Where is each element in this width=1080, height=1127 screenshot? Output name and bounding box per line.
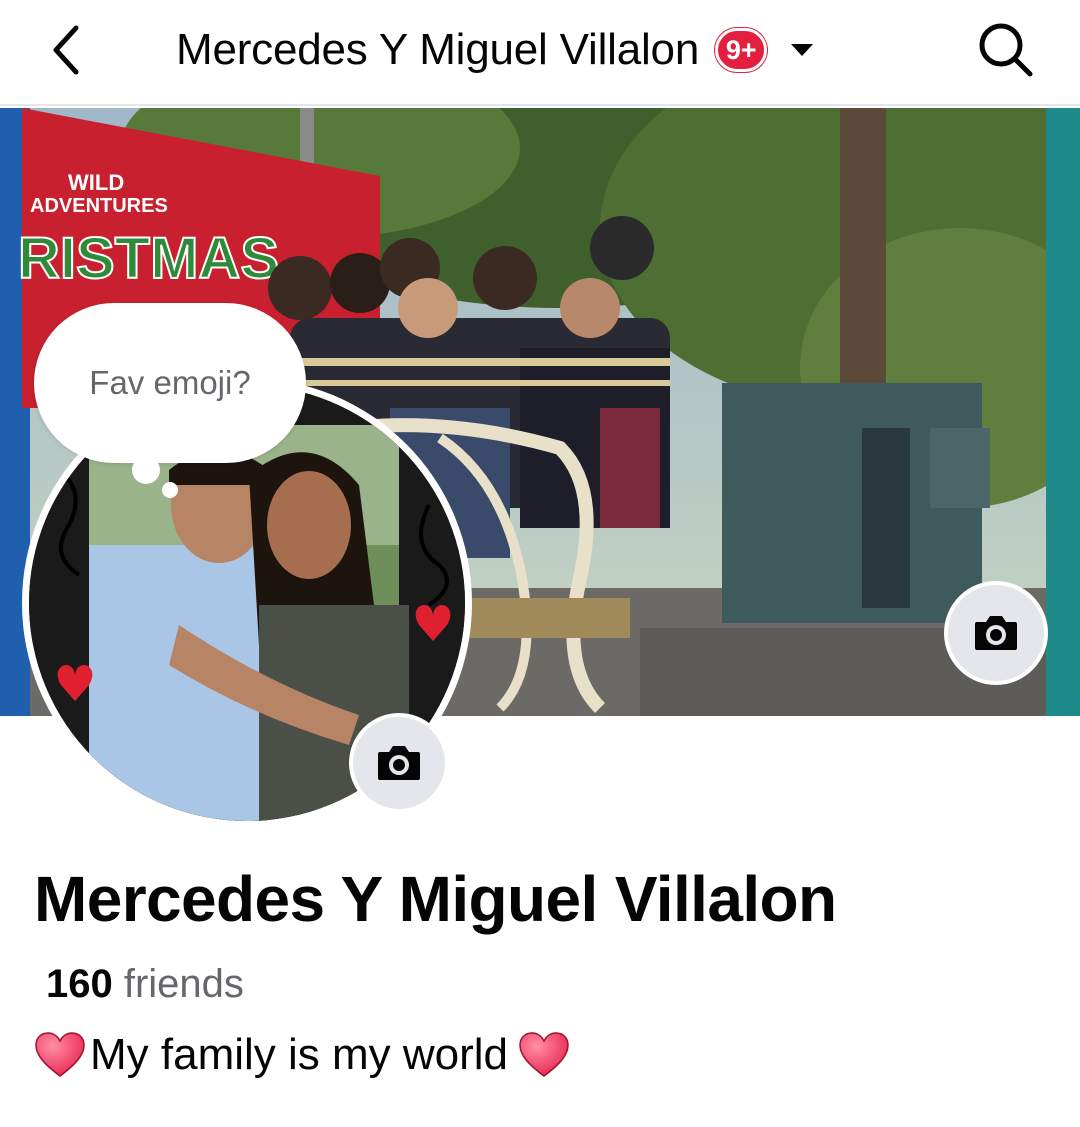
bio-text: My family is my world	[90, 1030, 509, 1079]
edit-profile-picture-button[interactable]	[349, 713, 449, 813]
note-bubble-tail-small	[162, 482, 178, 498]
friends-count: 160	[46, 962, 113, 1006]
heart-emoji-icon	[519, 1032, 569, 1077]
profile-switcher[interactable]: Mercedes Y Miguel Villalon 9+	[176, 22, 815, 78]
chevron-left-icon	[53, 25, 79, 75]
note-bubble[interactable]: Fav emoji?	[34, 303, 306, 463]
search-button[interactable]	[972, 16, 1038, 82]
caret-down-icon	[791, 44, 814, 56]
heart-emoji-icon	[35, 1032, 85, 1077]
bio: My family is my world	[34, 1030, 570, 1080]
top-bar: Mercedes Y Miguel Villalon 9+	[0, 0, 1080, 106]
friends-label: friends	[112, 962, 244, 1006]
profile-page: Mercedes Y Miguel Villalon 9+ WILD ADVEN…	[0, 0, 1080, 1127]
sign-text-3: RISTMAS	[18, 226, 279, 291]
camera-icon	[975, 616, 1017, 650]
topbar-title: Mercedes Y Miguel Villalon	[176, 25, 700, 74]
friends-count-link[interactable]: 160 friends	[46, 962, 244, 1007]
camera-icon	[378, 746, 420, 780]
back-button[interactable]	[40, 18, 100, 82]
search-icon	[979, 23, 1033, 77]
note-prompt: Fav emoji?	[89, 364, 251, 401]
note-bubble-tail	[132, 456, 160, 484]
edit-cover-button[interactable]	[944, 581, 1048, 685]
notification-badge: 9+	[715, 28, 768, 72]
profile-name: Mercedes Y Miguel Villalon	[34, 863, 837, 935]
sign-text-2: ADVENTURES	[30, 195, 168, 217]
sign-text-1: WILD	[68, 170, 124, 195]
